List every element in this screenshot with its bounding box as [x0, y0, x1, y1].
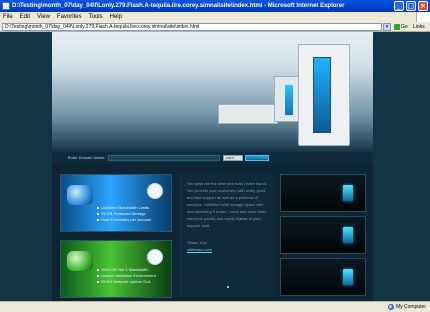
feature-list-green: 1000 GB Tier 1 Bandwidth Unique Hardware… [97, 267, 171, 285]
feature-item[interactable]: Host 8 websites per account [97, 217, 171, 223]
domain-search-bar: Enter Domain Name: .com [52, 152, 373, 164]
windows-logo-icon [416, 12, 430, 22]
globe-icon [67, 251, 93, 271]
minimize-button[interactable]: _ [394, 1, 404, 11]
bullet-icon [97, 281, 99, 283]
globe-icon [67, 185, 93, 205]
testimonial-text: You guys are the best web host I have fo… [180, 174, 276, 298]
close-button[interactable]: × [418, 1, 428, 11]
side-tile-1[interactable] [280, 174, 366, 212]
testimonial-link[interactable]: sitebrand.com [187, 246, 270, 253]
go-label: Go [401, 24, 408, 30]
bullet-icon [97, 275, 99, 277]
menu-tools[interactable]: Tools [89, 12, 103, 22]
status-zone: My Computer [387, 302, 426, 312]
address-dropdown-button[interactable]: ▾ [383, 23, 391, 31]
menu-favorites[interactable]: Favorites [57, 12, 82, 22]
bullet-icon [97, 269, 99, 271]
badge-icon [147, 249, 163, 265]
feature-text: 99.5% Network Uptime SLA [101, 279, 151, 284]
ie-icon [2, 2, 10, 10]
server-small-glow [285, 85, 293, 115]
decorative-dot [227, 286, 229, 288]
status-zone-label: My Computer [395, 304, 426, 310]
domain-label: Enter Domain Name: [68, 155, 106, 160]
title-bar: D:\Testing\month_07\day_04\f\Lonly.279.F… [0, 0, 430, 12]
menu-file[interactable]: File [3, 12, 13, 22]
menu-edit[interactable]: Edit [20, 12, 30, 22]
browser-viewport: Enter Domain Name: .com Unlimited Bandwi… [0, 32, 430, 301]
window-controls: _ □ × [394, 1, 428, 11]
badge-icon [147, 183, 163, 199]
tld-select[interactable]: .com [223, 155, 243, 161]
menu-bar: File Edit View Favorites Tools Help [0, 12, 430, 22]
feature-panel-blue: Unlimited Bandwidth Limits 25 GB Protect… [60, 174, 172, 232]
menu-help[interactable]: Help [110, 12, 122, 22]
support-icon [343, 227, 353, 243]
feature-list-blue: Unlimited Bandwidth Limits 25 GB Protect… [97, 205, 171, 223]
hosting-site: Enter Domain Name: .com Unlimited Bandwi… [52, 32, 373, 301]
upload-icon [343, 269, 353, 285]
hero-banner [52, 32, 373, 152]
maximize-button[interactable]: □ [406, 1, 416, 11]
server-icon [343, 185, 353, 201]
feature-item[interactable]: 99.5% Network Uptime SLA [97, 279, 171, 285]
address-bar: D:\Testing\month_07\day_04\f\Lonly.279.F… [0, 22, 430, 32]
go-button[interactable]: Go [394, 23, 410, 31]
window-title: D:\Testing\month_07\day_04\f\Lonly.279.F… [12, 3, 345, 9]
content-area: Unlimited Bandwidth Limits 25 GB Protect… [52, 164, 373, 301]
browser-window: D:\Testing\month_07\day_04\f\Lonly.279.F… [0, 0, 430, 312]
server-tower-glow [313, 57, 331, 133]
feature-text: Host 8 websites per account [101, 217, 152, 222]
address-input[interactable]: D:\Testing\month_07\day_04\f\Lonly.279.F… [2, 23, 382, 31]
bullet-icon [97, 207, 99, 209]
bullet-icon [97, 219, 99, 221]
testimonial-paragraph: You guys are the best web host I have fo… [187, 181, 267, 228]
domain-go-button[interactable] [245, 155, 269, 161]
bullet-icon [97, 213, 99, 215]
menu-view[interactable]: View [37, 12, 50, 22]
side-tile-2[interactable] [280, 216, 366, 254]
status-bar: My Computer [0, 301, 430, 312]
domain-input[interactable] [108, 155, 220, 161]
side-tile-3[interactable] [280, 258, 366, 296]
server-flat-image [218, 104, 278, 124]
go-arrow-icon [394, 24, 400, 30]
computer-zone-icon [387, 304, 394, 310]
feature-panel-green: 1000 GB Tier 1 Bandwidth Unique Hardware… [60, 240, 172, 298]
testimonial-thanks: Thank You! [187, 240, 208, 245]
links-label[interactable]: Links [413, 23, 425, 31]
server-tower-image [298, 44, 350, 146]
